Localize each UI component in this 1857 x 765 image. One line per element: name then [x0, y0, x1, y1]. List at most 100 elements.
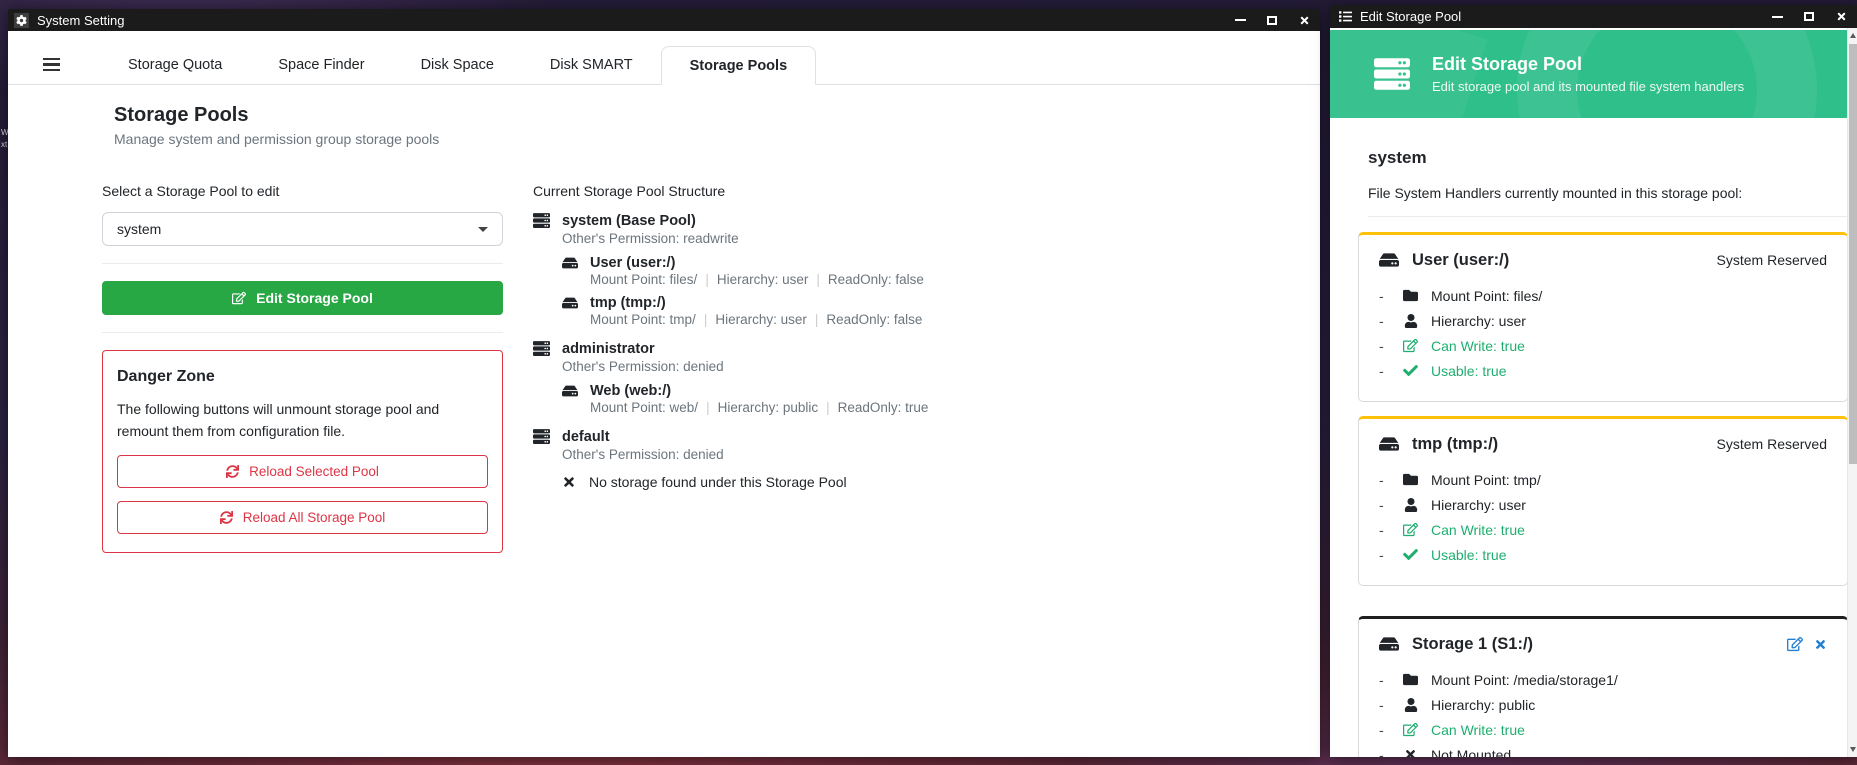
bullet: - — [1379, 722, 1402, 738]
user-icon — [1404, 698, 1418, 712]
select-pool-label: Select a Storage Pool to edit — [102, 183, 503, 199]
not-mounted-item: -Not Mounted — [1379, 742, 1827, 757]
edit-icon — [232, 291, 246, 305]
minimize-button[interactable] — [1224, 9, 1256, 31]
minimize-button[interactable] — [1761, 5, 1793, 28]
reload-all-storage-pool-button[interactable]: Reload All Storage Pool — [117, 501, 488, 534]
tree-pool-system: system (Base Pool) Other's Permission: r… — [533, 212, 1273, 327]
tree-pool-administrator: administrator Other's Permission: denied… — [533, 340, 1273, 415]
card-title: User (user:/) — [1412, 251, 1509, 270]
reload-selected-pool-button[interactable]: Reload Selected Pool — [117, 455, 488, 488]
handler-card-storage1: Storage 1 (S1:/) -Mount Point: /media/st… — [1358, 616, 1848, 757]
edit-handler-button[interactable] — [1787, 636, 1803, 652]
scrollbar[interactable] — [1847, 28, 1857, 757]
edit-icon — [1787, 636, 1803, 652]
handler-hierarchy: Hierarchy: user — [717, 272, 809, 287]
bullet: - — [1379, 313, 1402, 329]
tab-disk-space[interactable]: Disk Space — [393, 46, 522, 85]
folder-icon — [1403, 672, 1418, 687]
refresh-icon — [220, 511, 233, 524]
maximize-button[interactable] — [1256, 9, 1288, 31]
bullet: - — [1379, 338, 1402, 354]
separator: | — [706, 400, 710, 415]
handler-mount: Mount Point: files/ — [590, 272, 697, 287]
title-bar: Edit Storage Pool — [1330, 5, 1857, 28]
mount-point-item: - Mount Point: tmp/ — [1379, 467, 1827, 492]
list-icon — [1339, 10, 1352, 23]
tab-storage-quota[interactable]: Storage Quota — [100, 46, 250, 85]
hdd-icon — [562, 383, 578, 399]
mount-point-item: -Mount Point: files/ — [1379, 283, 1827, 308]
scroll-up-arrow[interactable] — [1850, 33, 1856, 38]
tab-disk-smart[interactable]: Disk SMART — [522, 46, 661, 85]
reload-selected-pool-label: Reload Selected Pool — [249, 464, 379, 479]
page-title: Storage Pools — [114, 104, 1320, 127]
pool-name: default — [562, 429, 610, 445]
window-title: Edit Storage Pool — [1360, 9, 1461, 24]
storage-pool-select[interactable]: system — [102, 212, 503, 246]
danger-zone-card: Danger Zone The following buttons will u… — [102, 350, 503, 553]
scroll-down-arrow[interactable] — [1850, 747, 1856, 752]
reload-all-storage-pool-label: Reload All Storage Pool — [243, 510, 386, 525]
tab-space-finder[interactable]: Space Finder — [250, 46, 392, 85]
edit-storage-pool-window: Edit Storage Pool Edit Storage Pool Edit… — [1330, 5, 1857, 757]
header-subtitle: Edit storage pool and its mounted file s… — [1432, 79, 1744, 94]
edit-storage-pool-label: Edit Storage Pool — [256, 290, 373, 306]
edit-icon — [1403, 522, 1418, 537]
hierarchy-item: -Hierarchy: user — [1379, 308, 1827, 333]
bullet: - — [1379, 747, 1402, 758]
handler-name: tmp (tmp:/) — [590, 295, 666, 311]
item-text: Can Write: true — [1431, 522, 1525, 538]
danger-zone-description: The following buttons will unmount stora… — [117, 399, 488, 442]
hierarchy-item: -Hierarchy: public — [1379, 692, 1827, 717]
check-icon — [1403, 547, 1418, 562]
edit-icon — [1403, 722, 1418, 737]
handler-mount: Mount Point: tmp/ — [590, 312, 696, 327]
handler-readonly: ReadOnly: false — [828, 272, 924, 287]
server-icon — [533, 340, 550, 357]
folder-icon — [1403, 472, 1418, 487]
tree-handler-tmp: tmp (tmp:/) Mount Point: tmp/|Hierarchy:… — [562, 295, 1273, 327]
bullet: - — [1379, 472, 1402, 488]
bullet: - — [1379, 697, 1402, 713]
card-title: tmp (tmp:/) — [1412, 435, 1498, 454]
pool-name: administrator — [562, 341, 655, 357]
hdd-icon — [562, 295, 578, 311]
window-title: System Setting — [37, 13, 124, 28]
close-button[interactable] — [1288, 9, 1320, 31]
hdd-icon — [1379, 634, 1399, 654]
menu-icon[interactable] — [30, 45, 72, 84]
usable-item: -Usable: true — [1379, 358, 1827, 383]
handler-readonly: ReadOnly: false — [826, 312, 922, 327]
x-icon — [562, 475, 576, 489]
close-button[interactable] — [1825, 5, 1857, 28]
handler-name: Web (web:/) — [590, 383, 671, 399]
mount-point-item: -Mount Point: /media/storage1/ — [1379, 667, 1827, 692]
hdd-icon — [1379, 250, 1399, 270]
card-title: Storage 1 (S1:/) — [1412, 635, 1533, 654]
pool-permission: Other's Permission: denied — [562, 359, 1273, 374]
tab-storage-pools[interactable]: Storage Pools — [661, 46, 817, 85]
remove-handler-button[interactable] — [1814, 638, 1827, 651]
handler-readonly: ReadOnly: true — [838, 400, 929, 415]
separator: | — [704, 312, 708, 327]
empty-pool-row: No storage found under this Storage Pool — [562, 474, 1273, 490]
item-text: Can Write: true — [1431, 722, 1525, 738]
tree-handler-web: Web (web:/) Mount Point: web/|Hierarchy:… — [562, 383, 1273, 415]
maximize-button[interactable] — [1793, 5, 1825, 28]
desktop-icon-label-fragment: xt — [1, 140, 7, 149]
item-text: Mount Point: tmp/ — [1431, 472, 1541, 488]
item-text: Usable: true — [1431, 363, 1506, 379]
handler-card-user: User (user:/) System Reserved -Mount Poi… — [1358, 232, 1848, 402]
system-reserved-badge: System Reserved — [1717, 436, 1827, 452]
page-subtitle: Manage system and permission group stora… — [114, 131, 1320, 147]
pool-permission: Other's Permission: denied — [562, 447, 1273, 462]
handler-card-tmp: tmp (tmp:/) System Reserved - Mount Point… — [1358, 416, 1848, 586]
refresh-icon — [226, 465, 239, 478]
pool-name: system (Base Pool) — [562, 213, 696, 229]
separator: | — [816, 272, 820, 287]
check-icon — [1403, 363, 1418, 378]
edit-storage-pool-button[interactable]: Edit Storage Pool — [102, 281, 503, 315]
hdd-icon — [1379, 434, 1399, 454]
scrollbar-thumb[interactable] — [1849, 44, 1857, 464]
